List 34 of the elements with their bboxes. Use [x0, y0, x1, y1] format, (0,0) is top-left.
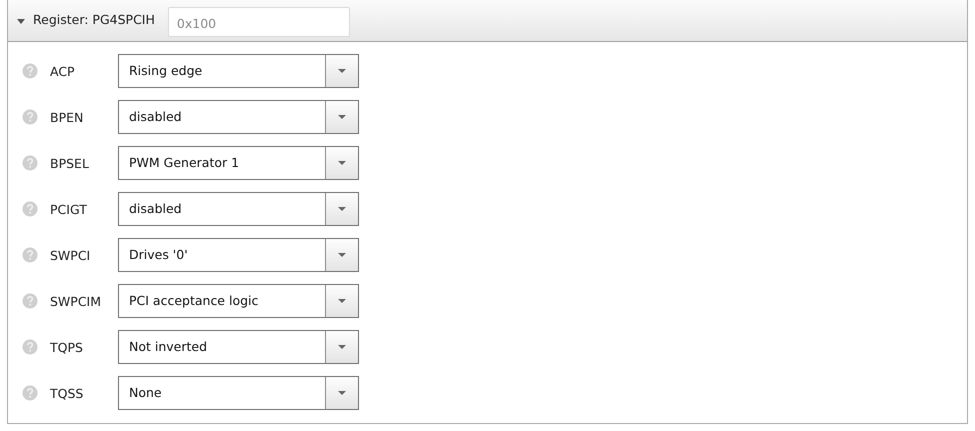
caret-icon: [338, 299, 346, 303]
help-icon[interactable]: [22, 63, 38, 79]
field-label: BPEN: [50, 110, 84, 124]
caret-icon: [338, 391, 346, 395]
dropdown[interactable]: PCI acceptance logic: [118, 284, 359, 318]
field-label: SWPCI: [50, 248, 92, 262]
caret-icon: [338, 207, 346, 211]
dropdown[interactable]: disabled: [118, 192, 359, 226]
help-icon[interactable]: [22, 109, 38, 125]
caret-icon: [338, 345, 346, 349]
field-label: TQPS: [50, 340, 84, 354]
dropdown[interactable]: PWM Generator 1: [118, 146, 359, 180]
register-title: Register: PG4SPCIH: [33, 12, 155, 27]
help-icon[interactable]: [22, 293, 38, 309]
help-icon[interactable]: [22, 201, 38, 217]
dropdown[interactable]: Not inverted: [118, 330, 359, 364]
help-icon[interactable]: [22, 339, 38, 355]
field-label: ACP: [50, 64, 76, 78]
field-label: BPSEL: [50, 156, 90, 170]
caret-icon: [338, 253, 346, 257]
caret-icon: [338, 115, 346, 119]
help-icon[interactable]: [22, 385, 38, 401]
dropdown[interactable]: None: [118, 376, 359, 410]
field-label: TQSS: [50, 386, 84, 400]
field-label: SWPCIM: [50, 294, 102, 308]
help-icon[interactable]: [22, 247, 38, 263]
dropdown[interactable]: Rising edge: [118, 54, 359, 88]
caret-icon: [338, 69, 346, 73]
dropdown[interactable]: Drives '0': [118, 238, 359, 272]
help-icon[interactable]: [22, 155, 38, 171]
dropdown[interactable]: disabled: [118, 100, 359, 134]
field-label: PCIGT: [50, 202, 88, 216]
collapse-icon[interactable]: [17, 17, 25, 25]
caret-icon: [338, 161, 346, 165]
